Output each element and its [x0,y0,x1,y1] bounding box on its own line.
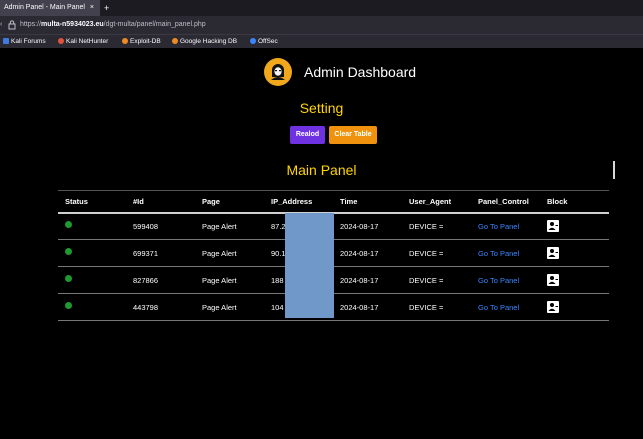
nethunter-icon [58,38,64,44]
time-cell: 2024-08-17 [333,293,402,321]
clear-table-button[interactable]: Clear Table [329,126,377,144]
browser-tab[interactable]: Admin Panel - Main Panel × [0,0,100,16]
go-to-panel-link[interactable]: Go To Panel [478,222,519,231]
offsec-icon [250,38,256,44]
page-cell: Page Alert [195,266,264,294]
status-cell [58,293,126,321]
bookmark-kali-forums[interactable]: Kali Forums [3,35,46,48]
time-cell: 2024-08-17 [333,239,402,267]
bookmark-google-hacking-db[interactable]: Google Hacking DB [172,35,237,48]
back-arrow-icon[interactable]: ‹ [0,16,2,34]
reload-button[interactable]: Realod [290,126,325,144]
bookmark-label: OffSec [258,38,278,45]
page-cell: Page Alert [195,212,264,240]
status-cell [58,212,126,240]
block-cell [540,212,609,240]
column-header-user-agent: User_Agent [402,190,471,214]
id-cell: 443798 [126,293,195,321]
redaction-box [285,213,334,318]
block-cell [540,293,609,321]
bookmark-exploit-db[interactable]: Exploit-DB [122,35,161,48]
ghdb-icon [172,38,178,44]
column-header-block: Block [540,190,609,214]
bookmarks-bar: Kali Forums Kali NetHunter Exploit-DB Go… [0,34,643,48]
user-agent-cell: DEVICE = [402,266,471,294]
scrollbar-thumb[interactable] [613,161,615,179]
id-cell: 599408 [126,212,195,240]
bookmark-label: Exploit-DB [130,38,161,45]
bookmark-offsec[interactable]: OffSec [250,35,278,48]
column-header-id: #Id [126,190,195,214]
panel-control-cell: Go To Panel [471,293,540,321]
bookmark-label: Kali NetHunter [66,38,109,45]
time-cell: 2024-08-17 [333,212,402,240]
block-user-icon[interactable] [547,247,559,259]
panel-control-cell: Go To Panel [471,212,540,240]
table-header-row: Status #Id Page IP_Address Time User_Age… [58,190,609,214]
bookmark-kali-nethunter[interactable]: Kali NetHunter [58,35,108,48]
status-online-icon [65,274,72,282]
lock-icon [8,20,16,30]
page-cell: Page Alert [195,293,264,321]
block-cell [540,239,609,267]
bookmark-label: Kali Forums [11,38,46,45]
id-cell: 699371 [126,239,195,267]
block-user-icon[interactable] [547,274,559,286]
exploit-db-icon [122,38,128,44]
time-cell: 2024-08-17 [333,266,402,294]
url-domain: multa-n5934023.eu [41,21,104,28]
status-online-icon [65,301,72,309]
hacker-mask-icon [264,58,292,86]
user-agent-cell: DEVICE = [402,239,471,267]
setting-title: Setting [299,100,344,116]
status-cell [58,266,126,294]
status-online-icon [65,220,72,228]
go-to-panel-link[interactable]: Go To Panel [478,303,519,312]
bookmark-label: Google Hacking DB [180,38,238,45]
admin-page: Admin Dashboard Setting Realod Clear Tab… [0,48,643,439]
user-agent-cell: DEVICE = [402,212,471,240]
browser-tab-bar: Admin Panel - Main Panel × + [0,0,643,16]
column-header-panel-control: Panel_Control [471,190,540,214]
kali-dragon-icon [3,38,9,44]
url-path: /dgt-multa/panel/main_panel.php [103,21,206,28]
main-panel-title: Main Panel [286,162,357,178]
block-user-icon[interactable] [547,220,559,233]
column-header-status: Status [58,190,126,214]
block-cell [540,266,609,294]
url-prefix: https:// [20,21,42,28]
tab-title: Admin Panel - Main Panel [4,4,85,11]
panel-control-cell: Go To Panel [471,266,540,294]
id-cell: 827866 [126,266,195,294]
go-to-panel-link[interactable]: Go To Panel [478,276,519,285]
column-header-page: Page [195,190,264,214]
panel-control-cell: Go To Panel [471,239,540,267]
status-cell [58,239,126,267]
url-text[interactable]: https://multa-n5934023.eu/dgt-multa/pane… [20,16,206,34]
column-header-time: Time [333,190,402,214]
block-user-icon[interactable] [547,301,559,313]
go-to-panel-link[interactable]: Go To Panel [478,249,519,258]
column-header-ip: IP_Address [264,190,333,214]
user-agent-cell: DEVICE = [402,293,471,321]
new-tab-button[interactable]: + [104,0,109,16]
page-title: Admin Dashboard [304,64,417,80]
address-bar[interactable]: ‹ https://multa-n5934023.eu/dgt-multa/pa… [0,16,643,34]
tab-close-icon[interactable]: × [90,0,94,16]
status-online-icon [65,247,72,255]
page-cell: Page Alert [195,239,264,267]
